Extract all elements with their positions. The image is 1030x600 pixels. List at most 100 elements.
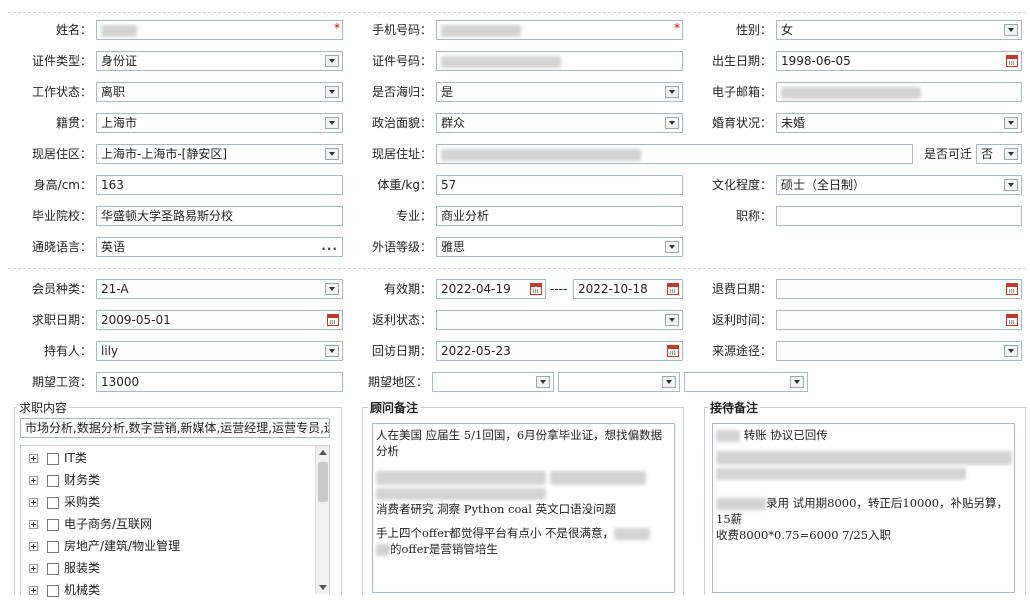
chevron-down-icon[interactable] xyxy=(1004,117,1018,129)
region-province-select[interactable] xyxy=(432,372,554,392)
checkbox[interactable] xyxy=(47,496,59,509)
valid-to-field[interactable]: 2022-10-18 xyxy=(573,279,683,299)
birth-label: 出生日期： xyxy=(711,54,772,68)
job-summary-field[interactable]: 市场分析,数据分析,数字营销,新媒体,运营经理,运营专员,运 xyxy=(20,418,330,438)
lang-level-select[interactable]: 雅思 xyxy=(436,237,683,257)
chevron-down-icon[interactable] xyxy=(1004,148,1018,160)
salary-field[interactable]: 13000 xyxy=(96,372,343,392)
chevron-down-icon[interactable] xyxy=(325,86,339,98)
school-field[interactable]: 华盛顿大学圣路易斯分校 xyxy=(96,206,343,226)
work-status-select[interactable]: 离职 xyxy=(96,82,343,102)
expand-icon[interactable] xyxy=(29,586,38,595)
tree-item[interactable]: 机械类 xyxy=(29,580,100,600)
chevron-down-icon[interactable] xyxy=(325,55,339,67)
name-field[interactable]: * xyxy=(96,20,343,40)
relocate-select[interactable]: 否 xyxy=(976,144,1022,164)
native-select[interactable]: 上海市 xyxy=(96,113,343,133)
holder-select[interactable]: lily xyxy=(96,341,343,361)
rebate-time-field[interactable] xyxy=(776,310,1022,330)
scroll-up-icon[interactable] xyxy=(319,450,327,455)
chevron-down-icon[interactable] xyxy=(325,283,339,295)
id-type-select[interactable]: 身份证 xyxy=(96,51,343,71)
title-label: 职称： xyxy=(735,209,772,223)
tree-item-label: 采购类 xyxy=(64,495,101,509)
major-field[interactable]: 商业分析 xyxy=(436,206,683,226)
chevron-down-icon[interactable] xyxy=(665,314,679,326)
chevron-down-icon[interactable] xyxy=(325,117,339,129)
tree-item[interactable]: IT类 xyxy=(29,448,87,468)
tree-item[interactable]: 采购类 xyxy=(29,492,100,512)
address-field[interactable] xyxy=(436,144,913,164)
chevron-down-icon[interactable] xyxy=(665,86,679,98)
refund-date-field[interactable] xyxy=(776,279,1022,299)
calendar-icon[interactable] xyxy=(1006,314,1018,326)
expand-icon[interactable] xyxy=(29,498,38,507)
more-icon[interactable]: ··· xyxy=(321,240,338,256)
chevron-down-icon[interactable] xyxy=(790,376,804,388)
phone-field[interactable]: * xyxy=(436,20,683,40)
school-value: 华盛顿大学圣路易斯分校 xyxy=(101,209,234,223)
calendar-icon[interactable] xyxy=(667,283,679,295)
weight-value: 57 xyxy=(441,178,457,192)
marital-value: 未婚 xyxy=(781,116,806,130)
expand-icon[interactable] xyxy=(29,564,38,573)
scrollbar[interactable] xyxy=(315,446,329,594)
birth-date-field[interactable]: 1998-06-05 xyxy=(776,51,1022,71)
job-content-title: 求职内容 xyxy=(17,399,70,416)
chevron-down-icon[interactable] xyxy=(662,376,676,388)
expand-icon[interactable] xyxy=(29,542,38,551)
region-city-select[interactable] xyxy=(558,372,680,392)
id-number-field[interactable] xyxy=(436,51,683,71)
weight-field[interactable]: 57 xyxy=(436,175,683,195)
chevron-down-icon[interactable] xyxy=(536,376,550,388)
consultant-notes-textarea[interactable]: 人在美国 应届生 5/1回国，6月份拿毕业证，想找偏数据分析 消费者研究 洞察 … xyxy=(372,423,675,593)
region-district-select[interactable] xyxy=(684,372,808,392)
apply-date-field[interactable]: 2009-05-01 xyxy=(96,310,343,330)
checkbox[interactable] xyxy=(47,474,59,487)
checkbox[interactable] xyxy=(47,452,59,465)
reception-notes-textarea[interactable]: 转账 协议已回传 录用 试用期8000，转正后10000，补贴另算，15薪 收费… xyxy=(712,423,1015,593)
chevron-down-icon[interactable] xyxy=(665,241,679,253)
valid-from-field[interactable]: 2022-04-19 xyxy=(436,279,546,299)
height-field[interactable]: 163 xyxy=(96,175,343,195)
relocate-label: 是否可迁 xyxy=(924,147,973,161)
political-select[interactable]: 群众 xyxy=(436,113,683,133)
tree-item[interactable]: 财务类 xyxy=(29,470,100,490)
member-type-select[interactable]: 21-A xyxy=(96,279,343,299)
email-field[interactable] xyxy=(776,82,1022,102)
marital-select[interactable]: 未婚 xyxy=(776,113,1022,133)
overseas-select[interactable]: 是 xyxy=(436,82,683,102)
chevron-down-icon[interactable] xyxy=(1004,24,1018,36)
education-select[interactable]: 硕士（全日制） xyxy=(776,175,1022,195)
scroll-thumb[interactable] xyxy=(318,462,328,502)
source-select[interactable] xyxy=(776,341,1022,361)
tree-item[interactable]: 电子商务/互联网 xyxy=(29,514,152,534)
phone-label: 手机号码： xyxy=(371,23,432,37)
calendar-icon[interactable] xyxy=(327,314,339,326)
rebate-status-select[interactable] xyxy=(436,310,683,330)
visit-date-field[interactable]: 2022-05-23 xyxy=(436,341,683,361)
title-field[interactable] xyxy=(776,206,1022,226)
tree-item[interactable]: 服装类 xyxy=(29,558,100,578)
residence-area-select[interactable]: 上海市-上海市-[静安区] xyxy=(96,144,343,164)
expand-icon[interactable] xyxy=(29,454,38,463)
checkbox[interactable] xyxy=(47,518,59,531)
checkbox[interactable] xyxy=(47,562,59,575)
chevron-down-icon[interactable] xyxy=(325,148,339,160)
tree-item[interactable]: 房地产/建筑/物业管理 xyxy=(29,536,180,556)
language-field[interactable]: 英语 ··· xyxy=(96,237,343,257)
chevron-down-icon[interactable] xyxy=(1004,179,1018,191)
chevron-down-icon[interactable] xyxy=(665,117,679,129)
checkbox[interactable] xyxy=(47,540,59,553)
expand-icon[interactable] xyxy=(29,476,38,485)
calendar-icon[interactable] xyxy=(667,345,679,357)
calendar-icon[interactable] xyxy=(530,283,542,295)
calendar-icon[interactable] xyxy=(1006,55,1018,67)
scroll-down-icon[interactable] xyxy=(319,585,327,590)
gender-select[interactable]: 女 xyxy=(776,20,1022,40)
expand-icon[interactable] xyxy=(29,520,38,529)
chevron-down-icon[interactable] xyxy=(1004,345,1018,357)
chevron-down-icon[interactable] xyxy=(325,345,339,357)
calendar-icon[interactable] xyxy=(1006,283,1018,295)
job-summary-value: 市场分析,数据分析,数字营销,新媒体,运营经理,运营专员,运 xyxy=(25,421,330,435)
